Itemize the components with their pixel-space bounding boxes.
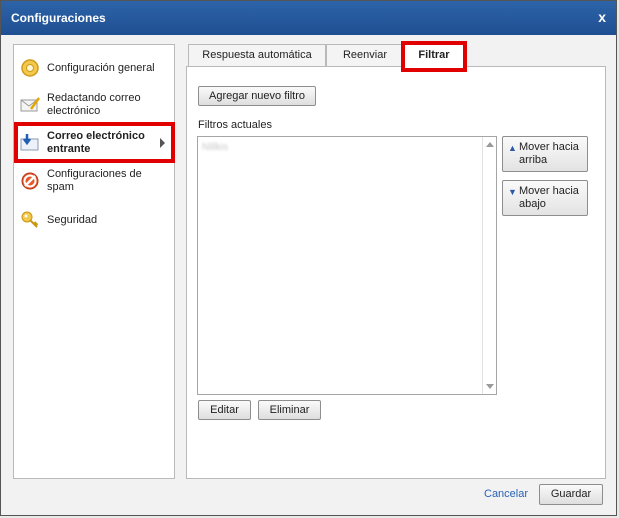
nav-item-label: Redactando correo electrónico bbox=[47, 92, 141, 117]
highlight-box-nav bbox=[14, 122, 175, 163]
tab-auto-reply[interactable]: Respuesta automática bbox=[188, 44, 326, 67]
title-bar: Configuraciones x bbox=[1, 1, 616, 35]
nav-item-label: Configuración general bbox=[47, 61, 155, 74]
list-item[interactable]: Nlilkis bbox=[202, 142, 228, 153]
close-icon[interactable]: x bbox=[598, 9, 606, 25]
nav-item-spam[interactable]: Configuraciones de spam bbox=[19, 167, 167, 195]
key-icon bbox=[19, 209, 41, 231]
filters-list[interactable]: Nlilkis bbox=[197, 136, 497, 395]
scroll-down-icon[interactable] bbox=[486, 384, 494, 389]
spam-icon bbox=[19, 170, 41, 192]
compose-icon bbox=[19, 94, 41, 116]
save-button[interactable]: Guardar bbox=[539, 484, 603, 505]
arrow-up-icon: ▲ bbox=[508, 143, 517, 153]
dialog-title: Configuraciones bbox=[11, 11, 106, 25]
move-up-label: Mover hacia arriba bbox=[519, 141, 579, 166]
nav-item-general[interactable]: Configuración general bbox=[19, 56, 167, 80]
settings-dialog: Configuraciones x Configuración general … bbox=[0, 0, 617, 516]
arrow-down-icon: ▼ bbox=[508, 187, 517, 197]
move-down-label: Mover hacia abajo bbox=[519, 185, 579, 210]
gear-icon bbox=[19, 57, 41, 79]
move-down-button[interactable]: ▼ Mover hacia abajo bbox=[502, 180, 588, 216]
scrollbar[interactable] bbox=[482, 137, 496, 394]
highlight-box-tab bbox=[401, 41, 467, 72]
nav-item-compose[interactable]: Redactando correo electrónico bbox=[19, 91, 167, 119]
cancel-link[interactable]: Cancelar bbox=[484, 488, 528, 500]
nav-item-label: Configuraciones de spam bbox=[47, 168, 142, 193]
nav-item-label: Seguridad bbox=[47, 213, 98, 226]
delete-button[interactable]: Eliminar bbox=[258, 400, 321, 420]
add-filter-button[interactable]: Agregar nuevo filtro bbox=[198, 86, 316, 106]
move-up-button[interactable]: ▲ Mover hacia arriba bbox=[502, 136, 588, 172]
tab-forward[interactable]: Reenviar bbox=[326, 44, 404, 67]
current-filters-label: Filtros actuales bbox=[198, 119, 272, 131]
nav-item-security[interactable]: Seguridad bbox=[19, 208, 167, 232]
edit-button[interactable]: Editar bbox=[198, 400, 251, 420]
scroll-up-icon[interactable] bbox=[486, 142, 494, 147]
